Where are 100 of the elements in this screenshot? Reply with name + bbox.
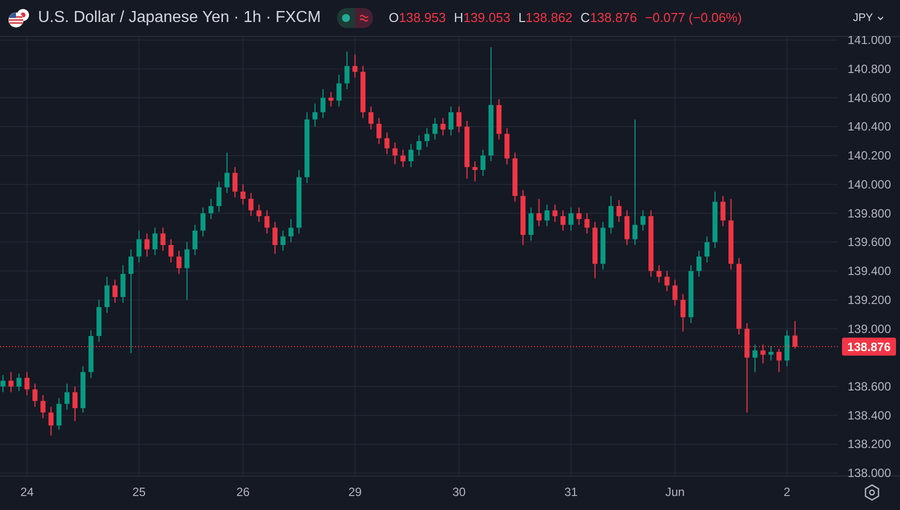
candle [392, 142, 398, 165]
candle [544, 204, 550, 227]
candle [160, 227, 166, 252]
candle [104, 276, 110, 314]
candle [424, 128, 430, 148]
candle [32, 383, 38, 408]
candle [712, 191, 718, 248]
ohlc-value: C138.876 [580, 9, 637, 28]
candle [176, 250, 182, 274]
candle [704, 236, 710, 263]
candle [672, 279, 678, 306]
candle [360, 66, 366, 118]
candle [560, 210, 566, 232]
date-label: 31 [564, 485, 578, 499]
date-label: 26 [236, 485, 250, 499]
candle [296, 169, 302, 234]
date-label: 24 [20, 485, 34, 499]
candle [40, 394, 46, 419]
price-label: 139.000 [848, 322, 891, 336]
candle [320, 88, 326, 118]
chevron-icon [877, 16, 884, 20]
candle [624, 210, 630, 246]
candle [480, 149, 486, 176]
candle [464, 120, 470, 180]
candle [400, 149, 406, 168]
candle [584, 212, 590, 234]
last-price-badge: 138.876 [842, 338, 896, 356]
price-label: 138.000 [848, 466, 891, 480]
price-label: 140.200 [848, 148, 891, 163]
price-label: 139.600 [848, 235, 891, 250]
candle [600, 221, 606, 270]
candle [384, 132, 390, 155]
ohlc-value: O138.953 [388, 9, 446, 28]
ohlc-value: H139.053 [454, 9, 510, 28]
candle [224, 152, 230, 194]
candle [664, 270, 670, 292]
price-label: 141.000 [848, 36, 891, 48]
candle [88, 330, 94, 378]
date-label: 30 [452, 485, 466, 499]
candle [336, 74, 342, 107]
candle [512, 152, 518, 202]
candle [456, 106, 462, 133]
candle [648, 210, 654, 278]
candle [184, 242, 190, 300]
price-label: 138.400 [848, 408, 891, 422]
candle [152, 227, 158, 256]
candle [568, 207, 574, 232]
candle [8, 372, 14, 393]
candle [408, 143, 414, 168]
candle [440, 118, 446, 136]
candle [688, 264, 694, 324]
date-label: 2 [784, 485, 790, 499]
candle [592, 221, 598, 279]
candle [640, 210, 646, 232]
candle [448, 106, 454, 136]
price-label: 140.600 [848, 90, 891, 105]
candle [616, 200, 622, 222]
candle [64, 383, 70, 410]
candle [256, 204, 262, 222]
candle [536, 198, 542, 227]
price-change: −0.077 (−0.06%) [644, 9, 742, 28]
candle [72, 386, 78, 422]
date-label: 29 [348, 485, 362, 499]
candle [136, 230, 142, 263]
date-label: 25 [132, 485, 146, 499]
candle [288, 218, 294, 243]
candle [144, 232, 150, 258]
candle [472, 160, 478, 182]
candle [432, 118, 438, 140]
price-label: 138.600 [848, 380, 891, 394]
candle [752, 344, 758, 373]
candle [504, 128, 510, 165]
settings-icon[interactable] [864, 484, 880, 501]
candle [552, 204, 558, 222]
candle [48, 406, 54, 436]
candle [200, 207, 206, 237]
candle [208, 198, 214, 220]
candle [264, 210, 270, 234]
candle [280, 230, 286, 252]
candle [720, 195, 726, 227]
candle [656, 264, 662, 284]
date-label: Jun [665, 485, 685, 499]
flag-icon [8, 8, 30, 28]
currency-button[interactable]: JPY [848, 8, 888, 28]
price-label: 138.200 [848, 437, 891, 452]
candle [0, 374, 6, 393]
candle [520, 190, 526, 246]
candle [272, 221, 278, 254]
candle [96, 299, 102, 342]
price-label: 139.800 [848, 206, 891, 220]
candle [120, 264, 126, 304]
candle [576, 207, 582, 226]
wave-icon [358, 14, 369, 22]
candle [24, 372, 30, 396]
candle [16, 373, 22, 392]
candle [376, 118, 382, 144]
candle [80, 366, 86, 413]
candle [248, 192, 254, 217]
candle [760, 344, 766, 364]
candle [216, 181, 222, 212]
